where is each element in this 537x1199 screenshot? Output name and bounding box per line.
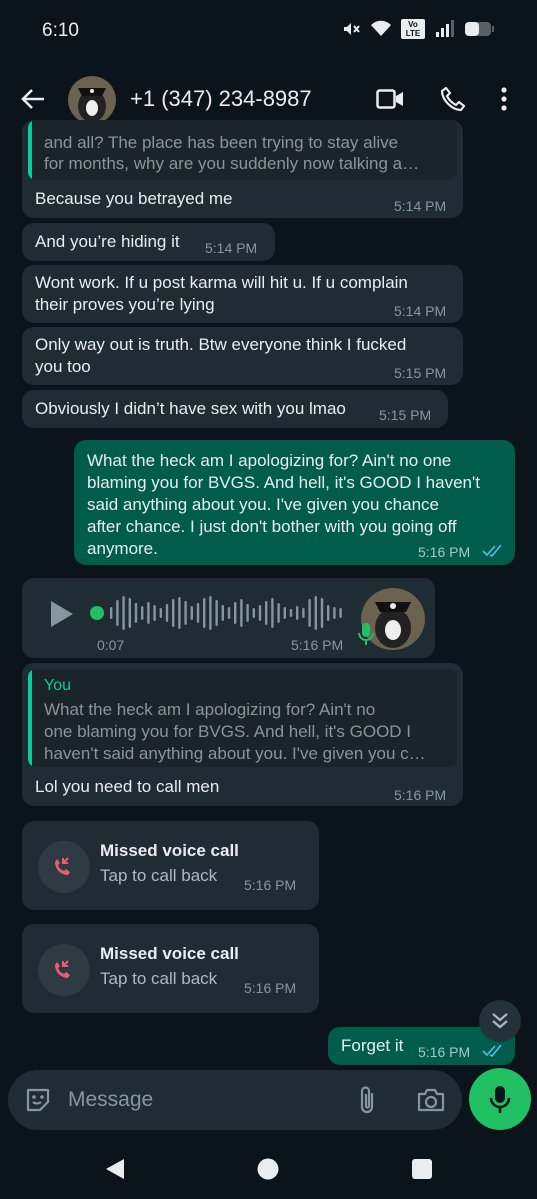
call-title: Missed voice call: [100, 944, 239, 963]
message-text: Forget it: [341, 1036, 404, 1055]
quoted-message[interactable]: and all? The place has been trying to st…: [28, 120, 457, 180]
status-time: 6:10: [42, 20, 79, 41]
missed-call-icon: [38, 944, 90, 996]
avatar[interactable]: [68, 76, 116, 124]
quote-line: for months, why are you suddenly now tal…: [44, 154, 420, 173]
message-text: Obviously I didn’t have sex with you lma…: [35, 399, 346, 418]
message-incoming[interactable]: You What the heck am I apologizing for? …: [22, 663, 463, 806]
message-text: And you’re hiding it: [35, 232, 180, 251]
message-text: Lol you need to call men: [35, 777, 220, 796]
read-ticks-icon: [482, 1044, 502, 1058]
message-time: 5:14 PM: [394, 303, 447, 319]
call-title: Missed voice call: [100, 841, 239, 860]
signal-icon: [436, 20, 454, 37]
battery-icon: [465, 22, 494, 36]
mute-icon: [344, 23, 360, 35]
message-time: 5:16 PM: [291, 637, 344, 653]
status-icons: Vo LTE: [341, 19, 495, 39]
mic-icon: [489, 1086, 511, 1113]
message-text: anymore.: [87, 539, 158, 558]
missed-call-card[interactable]: Missed voice call Tap to call back 5:16 …: [22, 924, 319, 1013]
voice-record-button[interactable]: [469, 1068, 531, 1130]
phone-icon[interactable]: [440, 86, 466, 112]
contact-name[interactable]: +1 (347) 234-8987: [130, 86, 312, 112]
message-time: 5:16 PM: [418, 1044, 471, 1060]
video-call-icon[interactable]: [376, 88, 404, 110]
message-time: 5:14 PM: [205, 240, 258, 256]
quote-line: one blaming you for BVGS. And hell, it's…: [44, 722, 412, 741]
message-incoming[interactable]: and all? The place has been trying to st…: [22, 120, 463, 218]
back-arrow-icon[interactable]: [20, 86, 46, 112]
message-text: you too: [35, 357, 91, 376]
message-text: said anything about you. I've given you …: [87, 495, 439, 514]
message-input[interactable]: Message: [68, 1088, 153, 1112]
message-time: 5:15 PM: [379, 407, 432, 423]
scroll-to-bottom-button[interactable]: [479, 1000, 521, 1042]
message-text: after chance. I just don't bother with y…: [87, 517, 457, 536]
mic-icon: [358, 623, 374, 645]
message-time: 5:14 PM: [394, 198, 447, 214]
message-time: 5:16 PM: [418, 544, 471, 560]
voice-duration: 0:07: [97, 637, 125, 653]
message-text: Wont work. If u post karma will hit u. I…: [35, 273, 408, 292]
message-incoming[interactable]: Obviously I didn’t have sex with you lma…: [22, 390, 448, 428]
chevrons-down-icon: [492, 1013, 508, 1029]
play-icon[interactable]: [49, 599, 75, 629]
message-text: Only way out is truth. Btw everyone thin…: [35, 335, 407, 354]
camera-icon[interactable]: [417, 1087, 445, 1113]
volte-badge: Vo LTE: [401, 19, 425, 39]
missed-call-card[interactable]: Missed voice call Tap to call back 5:16 …: [22, 821, 319, 910]
attach-icon[interactable]: [356, 1085, 378, 1115]
call-subtitle: Tap to call back: [100, 969, 218, 988]
nav-recents-icon[interactable]: [412, 1159, 432, 1179]
message-time: 5:15 PM: [394, 365, 447, 381]
nav-back-icon[interactable]: [104, 1158, 126, 1180]
more-vert-icon[interactable]: [500, 86, 508, 112]
quote-line: What the heck am I apologizing for? Ain'…: [44, 700, 376, 719]
call-subtitle: Tap to call back: [100, 866, 218, 885]
message-time: 5:16 PM: [244, 980, 297, 996]
read-ticks-icon: [482, 544, 502, 558]
message-text: What the heck am I apologizing for? Ain'…: [87, 451, 452, 470]
voice-waveform[interactable]: [90, 595, 348, 631]
wifi-icon: [371, 20, 391, 36]
quote-author: You: [44, 677, 71, 694]
quoted-message[interactable]: You What the heck am I apologizing for? …: [28, 669, 457, 767]
dog-avatar-image: [68, 76, 116, 124]
nav-home-icon[interactable]: [257, 1158, 279, 1180]
message-time: 5:16 PM: [394, 787, 447, 803]
message-incoming[interactable]: Only way out is truth. Btw everyone thin…: [22, 327, 463, 385]
voice-message[interactable]: 0:07 5:16 PM: [22, 578, 435, 658]
message-time: 5:16 PM: [244, 877, 297, 893]
message-text: Because you betrayed me: [35, 189, 233, 208]
quote-line: and all? The place has been trying to st…: [44, 133, 399, 152]
quote-line: haven't said anything about you. I've gi…: [44, 744, 426, 763]
message-incoming[interactable]: And you’re hiding it 5:14 PM: [22, 223, 275, 261]
sticker-icon[interactable]: [24, 1086, 52, 1114]
missed-call-icon: [38, 841, 90, 893]
message-text: blaming you for BVGS. And hell, it's GOO…: [87, 473, 480, 492]
message-text: their proves you’re lying: [35, 295, 215, 314]
message-outgoing[interactable]: What the heck am I apologizing for? Ain'…: [74, 440, 515, 565]
message-incoming[interactable]: Wont work. If u post karma will hit u. I…: [22, 265, 463, 323]
